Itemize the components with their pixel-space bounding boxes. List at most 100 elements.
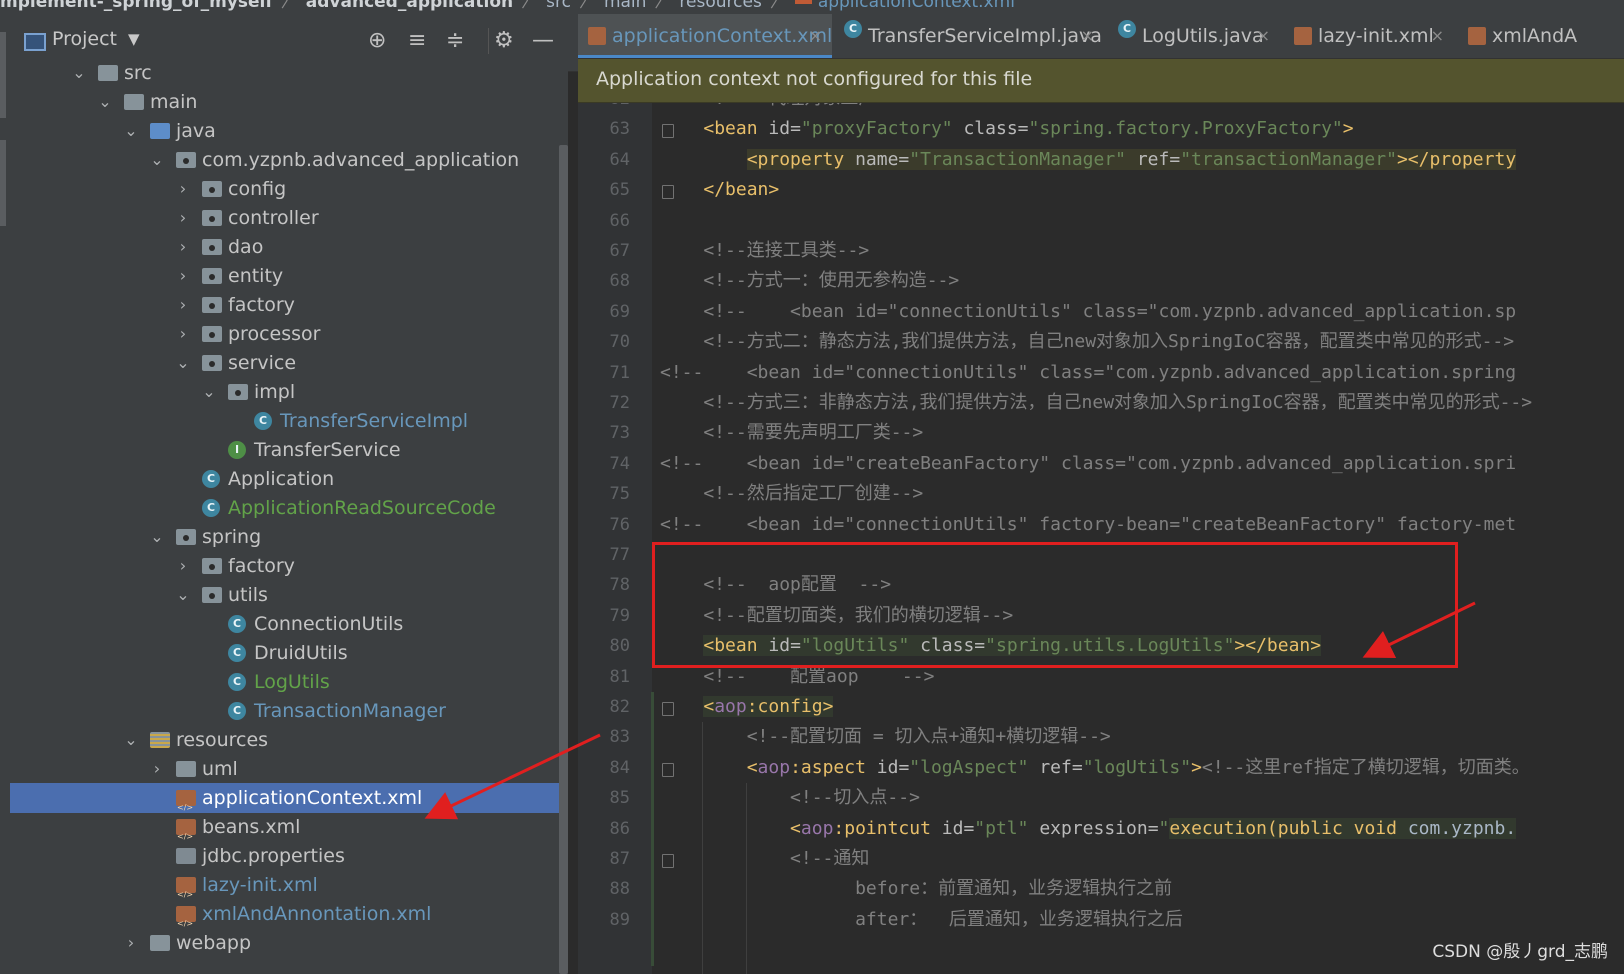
chevron-right-icon[interactable]: › [176,551,190,581]
code-line[interactable]: <!--方式二：静态方法,我们提供方法，自己new对象加入SpringIoC容器… [578,327,1624,357]
tree-item-factory[interactable]: › factory [10,551,568,581]
tree-item-dao[interactable]: › dao [10,232,568,262]
chevron-right-icon[interactable]: › [176,261,190,291]
breadcrumb-project[interactable]: mplement-_spring_of_myself [0,0,273,11]
code-line[interactable]: <!--切入点--> [578,783,1624,813]
close-icon[interactable]: × [1431,14,1444,58]
tree-item-service[interactable]: ⌄ service [10,348,568,378]
commit-tool-button[interactable] [0,140,6,226]
code-line[interactable]: <!--通知 [578,844,1624,874]
code-line[interactable]: <!--然后指定工厂创建--> [578,479,1624,509]
tree-item-resources[interactable]: ⌄ resources [10,725,568,755]
code-line[interactable]: before：前置通知，业务逻辑执行之前 [578,874,1624,904]
tree-item-processor[interactable]: › processor [10,319,568,349]
project-tool-button[interactable] [0,32,6,118]
code-line[interactable]: </bean> [578,175,1624,205]
code-line[interactable]: after： 后置通知，业务逻辑执行之后 [578,905,1624,935]
code-line[interactable]: <!-- <bean id="connectionUtils" factory-… [578,510,1624,540]
code-line[interactable]: <!-- 代理对象工厂 --> [578,103,1624,114]
tree-item-webapp[interactable]: › webapp [10,928,568,958]
chevron-right-icon[interactable]: › [176,290,190,320]
breadcrumb-resources[interactable]: resources [679,0,761,11]
breadcrumb-src[interactable]: src [546,0,571,11]
tree-item-controller[interactable]: › controller [10,203,568,233]
tree-item-jdbc-properties[interactable]: jdbc.properties [10,841,568,871]
chevron-down-icon[interactable]: ⌄ [176,348,190,378]
chevron-down-icon[interactable]: ▼ [128,30,140,48]
code-line[interactable]: <!-- <bean id="connectionUtils" class="c… [578,358,1624,388]
chevron-down-icon[interactable]: ⌄ [150,145,164,175]
tab-lazy-init-xml[interactable]: lazy-init.xml × [1284,14,1454,58]
code-line[interactable]: <!-- <bean id="connectionUtils" class="c… [578,297,1624,327]
tree-item-lazy-init-xml[interactable]: lazy-init.xml [10,870,568,910]
chevron-down-icon[interactable]: ⌄ [98,87,112,117]
chevron-down-icon[interactable]: ⌄ [72,58,86,88]
chevron-down-icon[interactable]: ⌄ [176,580,190,610]
code-line[interactable]: <!--方式三：非静态方法,我们提供方法，自己new对象加入SpringIoC容… [578,388,1624,418]
collapse-all-icon[interactable]: ≑ [446,28,464,53]
tab-transferserviceimpl-java[interactable]: C TransferServiceImpl.java × [834,14,1104,58]
code-line[interactable]: <aop:aspect id="logAspect" ref="logUtils… [578,753,1624,783]
tree-item-connectionutils[interactable]: C ConnectionUtils [10,609,568,639]
code-line[interactable]: <!--需要先声明工厂类--> [578,418,1624,448]
tree-item-factory[interactable]: › factory [10,290,568,320]
tree-item-application[interactable]: C Application [10,464,568,494]
chevron-right-icon[interactable]: › [124,928,138,958]
breadcrumb-file[interactable]: applicationContext.xml [818,0,1015,11]
tree-item-java[interactable]: ⌄ java [10,116,568,146]
chevron-down-icon[interactable]: ⌄ [202,377,216,407]
code-token: "spring.factory.ProxyFactory" [1028,118,1343,140]
tree-item-beans-xml[interactable]: beans.xml [10,812,568,852]
code-editor[interactable]: 6263646566676869707172737475767778798081… [578,103,1624,974]
tree-item-uml[interactable]: › uml [10,754,568,784]
tree-item-com-yzpnb-advanced-application[interactable]: ⌄ com.yzpnb.advanced_application [10,145,568,175]
gear-icon[interactable]: ⚙ [494,28,514,53]
close-icon[interactable]: × [1257,14,1270,58]
tree-item-main[interactable]: ⌄ main [10,87,568,117]
code-line[interactable]: <property name="TransactionManager" ref=… [578,145,1624,175]
tree-item-druidutils[interactable]: C DruidUtils [10,638,568,668]
breadcrumb-module[interactable]: advanced_application [306,0,513,11]
breadcrumb-main[interactable]: main [604,0,646,11]
tree-item-logutils[interactable]: C LogUtils [10,667,568,697]
expand-all-icon[interactable]: ≡ [408,28,426,53]
chevron-right-icon[interactable]: › [150,754,164,784]
tree-item-utils[interactable]: ⌄ utils [10,580,568,610]
minimize-icon[interactable]: — [532,28,554,53]
tree-item-entity[interactable]: › entity [10,261,568,291]
tree-item-impl[interactable]: ⌄ impl [10,377,568,407]
chevron-right-icon[interactable]: › [176,319,190,349]
chevron-right-icon[interactable]: › [176,174,190,204]
tree-item-src[interactable]: ⌄ src [10,58,568,88]
tree-item-spring[interactable]: ⌄ spring [10,522,568,552]
code-line[interactable]: <aop:config> [578,692,1624,722]
tree-item-xmlandannontation-xml[interactable]: xmlAndAnnontation.xml [10,899,568,939]
code-line[interactable]: <!--方式一：使用无参构造--> [578,266,1624,296]
locate-icon[interactable]: ⊕ [368,28,386,53]
tree-item-config[interactable]: › config [10,174,568,204]
code-line[interactable] [578,206,1624,236]
chevron-down-icon[interactable]: ⌄ [124,725,138,755]
chevron-down-icon[interactable]: ⌄ [150,522,164,552]
close-icon[interactable]: × [809,14,822,58]
tree-item-applicationcontext-xml[interactable]: applicationContext.xml [10,783,568,823]
code-line[interactable]: <bean id="proxyFactory" class="spring.fa… [578,114,1624,144]
tab-xmlanda[interactable]: xmlAndA [1458,14,1624,58]
tree-item-transferserviceimpl[interactable]: C TransferServiceImpl [10,406,568,436]
tree-item-transferservice[interactable]: I TransferService [10,435,568,465]
tree-item-applicationreadsourcecode[interactable]: C ApplicationReadSourceCode [10,493,568,523]
code-line[interactable]: <!--连接工具类--> [578,236,1624,266]
chevron-down-icon[interactable]: ⌄ [124,116,138,146]
chevron-right-icon[interactable]: › [176,232,190,262]
project-view-title[interactable]: Project [52,28,117,50]
close-icon[interactable]: × [1081,14,1094,58]
tab-applicationcontext-xml[interactable]: applicationContext.xml × [578,14,832,58]
code-line[interactable]: <!--配置切面 = 切入点+通知+横切逻辑--> [578,722,1624,752]
tab-logutils-java[interactable]: C LogUtils.java × [1108,14,1280,58]
chevron-right-icon[interactable]: › [176,203,190,233]
tree-item-transactionmanager[interactable]: C TransactionManager [10,696,568,726]
tree-scrollbar[interactable] [559,145,568,974]
code-line[interactable]: <aop:pointcut id="ptl" expression="execu… [578,814,1624,844]
tree-item-label: main [150,91,198,113]
code-line[interactable]: <!-- <bean id="createBeanFactory" class=… [578,449,1624,479]
